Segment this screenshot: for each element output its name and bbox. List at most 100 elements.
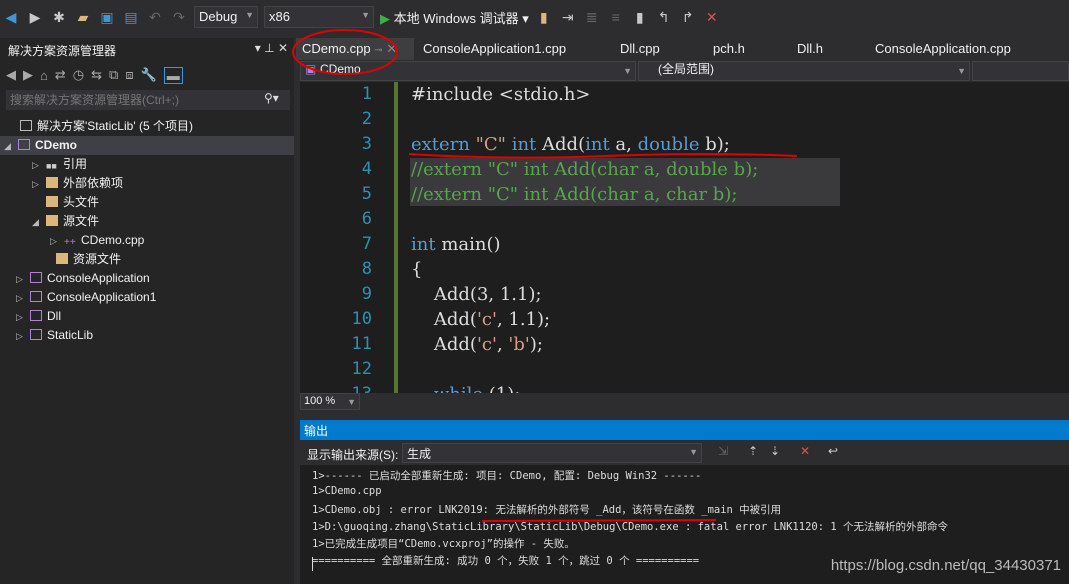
tab-consoleapplication1-cpp[interactable]: ConsoleApplication1.cpp xyxy=(417,38,572,60)
output-line: 1>D:\guoqing.zhang\StaticLibrary\StaticL… xyxy=(312,521,949,533)
collapsed-icon[interactable]: ▷ xyxy=(32,175,46,194)
collapsed-icon[interactable]: ▷ xyxy=(32,156,46,175)
tree-label: 源文件 xyxy=(63,214,100,228)
prev-message-icon[interactable]: ⇡ xyxy=(748,444,758,458)
project-icon xyxy=(30,272,42,283)
new-project-icon[interactable]: ✱ xyxy=(50,9,68,26)
clear-all-icon[interactable]: ✕ xyxy=(800,444,810,458)
redo-icon[interactable]: ↷ xyxy=(170,9,188,26)
save-icon[interactable]: ▣ xyxy=(98,9,116,26)
code-line: extern "C" int Add(int a, double b); xyxy=(411,134,730,155)
home-icon[interactable]: ⌂ xyxy=(40,68,48,83)
collapsed-icon[interactable]: ▷ xyxy=(16,270,30,289)
tab-cdemo-cpp[interactable]: CDemo.cpp ⊸ ✕ xyxy=(296,38,414,60)
output-title: 输出 xyxy=(304,424,329,438)
tree-project[interactable]: ▷ ConsoleApplication1 xyxy=(16,288,156,307)
step-icon[interactable]: ⇥ xyxy=(559,9,577,26)
output-source-select[interactable]: 生成 ▼ xyxy=(402,443,702,463)
zoom-select[interactable]: 100 % ▼ xyxy=(300,393,360,410)
project-value: CDemo xyxy=(320,62,361,76)
properties-icon[interactable]: 🔧 xyxy=(141,67,157,83)
tree-source-files[interactable]: ◢ 源文件 xyxy=(32,212,99,231)
indent-icon[interactable]: ≣ xyxy=(583,9,601,26)
line-number: 4 xyxy=(361,159,372,179)
tree-solution[interactable]: 解决方案'StaticLib' (5 个项目) xyxy=(20,117,193,136)
tree-header-files[interactable]: 头文件 xyxy=(46,193,99,212)
tree-project[interactable]: ▷ Dll xyxy=(16,307,61,326)
tree-project-cdemo[interactable]: ◢ CDemo xyxy=(0,136,294,155)
line-number: 2 xyxy=(361,109,372,129)
goto-icon[interactable]: ⇲ xyxy=(718,444,728,458)
pending-changes-icon[interactable]: ◷ xyxy=(73,67,84,83)
explorer-toolbar: ◀ ▶ ⌂ ⇄ ◷ ⇆ ⧉ ⧈ 🔧 ▬ xyxy=(6,64,183,86)
member-select[interactable] xyxy=(972,61,1069,81)
project-icon xyxy=(18,139,30,150)
solution-icon xyxy=(20,120,32,131)
source-label: 显示输出来源(S): xyxy=(307,448,399,462)
pin-icon[interactable]: ⊸ xyxy=(374,45,382,56)
code-line: while (1); xyxy=(411,384,520,393)
tree-references[interactable]: ▷ ■■ 引用 xyxy=(32,155,87,174)
expanded-icon[interactable]: ◢ xyxy=(4,137,18,156)
folder-icon xyxy=(46,196,58,207)
run-debugger-button[interactable]: ▶ 本地 Windows 调试器 ▾ xyxy=(380,8,529,27)
collapse-icon[interactable]: ⧉ xyxy=(109,67,118,83)
clear-bookmarks-icon[interactable]: ✕ xyxy=(703,9,721,26)
tab-dll-h[interactable]: Dll.h xyxy=(791,38,829,60)
tab-label: Dll.cpp xyxy=(620,41,660,56)
project-icon: ▣ xyxy=(305,62,317,76)
tab-consoleapplication-cpp[interactable]: ConsoleApplication.cpp xyxy=(869,38,1017,60)
code-line: Add('c', 1.1); xyxy=(411,309,551,330)
tab-label: pch.h xyxy=(713,41,745,56)
collapsed-icon[interactable]: ▷ xyxy=(16,308,30,327)
prev-bookmark-icon[interactable]: ↰ xyxy=(655,9,673,26)
collapsed-icon[interactable]: ▷ xyxy=(16,289,30,308)
forward-icon[interactable]: ▶ xyxy=(26,9,44,26)
open-file-icon[interactable]: ▰ xyxy=(74,9,92,26)
tree-label: CDemo xyxy=(35,138,78,152)
undo-icon[interactable]: ↶ xyxy=(146,9,164,26)
next-bookmark-icon[interactable]: ↱ xyxy=(679,9,697,26)
next-message-icon[interactable]: ⇣ xyxy=(770,444,780,458)
sync-icon[interactable]: ⇆ xyxy=(91,67,102,83)
output-panel-header: 输出 xyxy=(300,420,1069,440)
tab-label: CDemo.cpp xyxy=(302,41,371,56)
code-line: #include <stdio.h> xyxy=(411,84,591,105)
search-input[interactable] xyxy=(6,90,290,110)
output-text[interactable]: 1>------ 已启动全部重新生成: 项目: CDemo, 配置: Debug… xyxy=(300,465,1069,584)
find-icon[interactable]: ▮ xyxy=(535,9,553,26)
tab-pch-h[interactable]: pch.h xyxy=(707,38,751,60)
bookmark-icon[interactable]: ▮ xyxy=(631,9,649,26)
tab-dll-cpp[interactable]: Dll.cpp xyxy=(614,38,666,60)
tree-file-cdemo-cpp[interactable]: ▷ ++ CDemo.cpp xyxy=(50,231,144,250)
code-line: { xyxy=(411,259,423,280)
collapsed-icon[interactable]: ▷ xyxy=(50,232,64,251)
close-icon[interactable]: ✕ xyxy=(386,41,397,56)
config-select[interactable]: Debug ▼ xyxy=(194,6,258,28)
search-icon[interactable]: ⚲▾ xyxy=(264,91,279,105)
word-wrap-icon[interactable]: ↩ xyxy=(828,444,838,458)
save-all-icon[interactable]: ▤ xyxy=(122,9,140,26)
tree-resource-files[interactable]: 资源文件 xyxy=(56,250,121,269)
forward-icon[interactable]: ▶ xyxy=(23,67,33,83)
expanded-icon[interactable]: ◢ xyxy=(32,213,46,232)
tree-project[interactable]: ▷ ConsoleApplication xyxy=(16,269,150,288)
back-icon[interactable]: ◀ xyxy=(2,9,20,26)
zoom-value: 100 % xyxy=(304,395,336,407)
tree-external-deps[interactable]: ▷ 外部依赖项 xyxy=(32,174,123,193)
code-editor[interactable]: 1 #include <stdio.h> 2 3 extern "C" int Add(… xyxy=(300,82,1069,393)
panel-controls[interactable]: ▾ ⊥ ✕ xyxy=(255,41,288,55)
switch-views-icon[interactable]: ⇄ xyxy=(55,67,66,83)
preview-icon[interactable]: ▬ xyxy=(163,66,183,84)
tree-project[interactable]: ▷ StaticLib xyxy=(16,326,93,345)
platform-select[interactable]: x86 ▼ xyxy=(264,6,374,28)
show-all-icon[interactable]: ⧈ xyxy=(125,67,133,83)
config-value: Debug xyxy=(199,9,238,24)
change-marker xyxy=(394,82,398,393)
back-icon[interactable]: ◀ xyxy=(6,67,16,83)
collapsed-icon[interactable]: ▷ xyxy=(16,327,30,346)
output-line: 1>已完成生成项目“CDemo.vcxproj”的操作 - 失败。 xyxy=(312,538,575,550)
comment-icon[interactable]: ≡ xyxy=(607,9,625,25)
code-line: Add(3, 1.1); xyxy=(411,284,542,305)
tree-label: ConsoleApplication1 xyxy=(47,290,157,304)
